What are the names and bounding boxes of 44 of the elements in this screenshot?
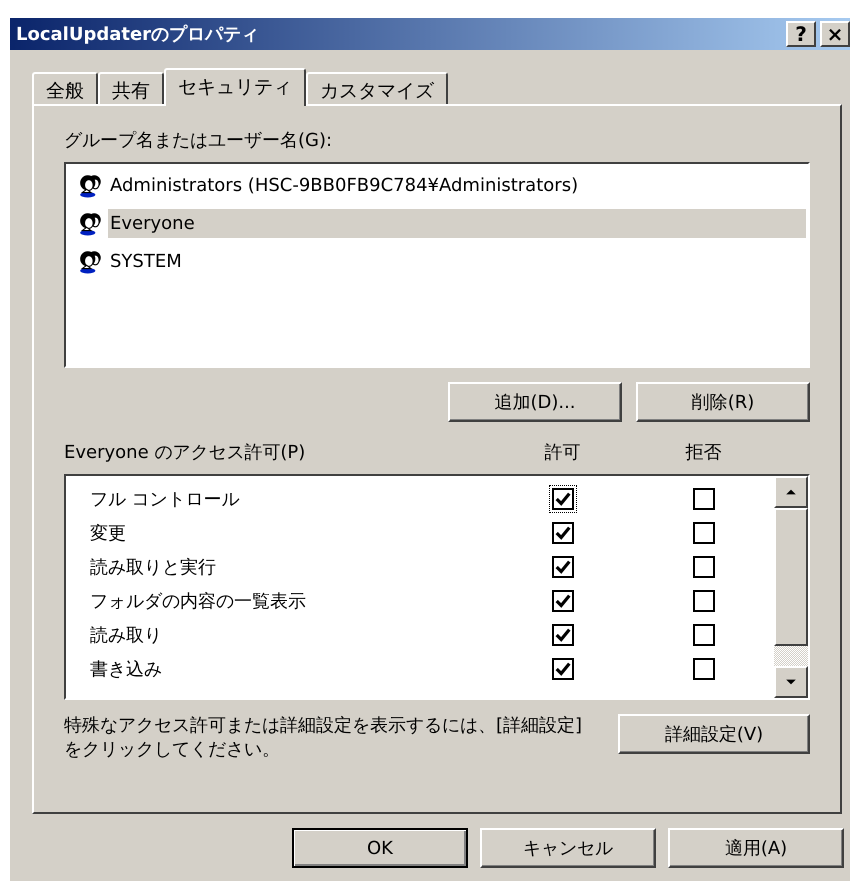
user-action-button[interactable]: 削除(R) — [636, 382, 810, 422]
column-header: 許可 — [544, 441, 582, 464]
scrollbar[interactable] — [774, 476, 808, 698]
group-label: グループ名またはユーザー名(G): — [64, 129, 334, 153]
user-action-button[interactable]: 追加(D)... — [448, 382, 622, 422]
deny-checkbox[interactable] — [692, 590, 714, 612]
dialog-button[interactable]: 適用(A) — [668, 828, 844, 868]
deny-checkbox[interactable] — [692, 624, 714, 646]
up-arrow-icon — [785, 488, 797, 496]
user-list-item[interactable]: SYSTEM — [68, 242, 806, 280]
scroll-down-button[interactable] — [774, 666, 808, 698]
scroll-thumb[interactable] — [774, 508, 808, 646]
close-button[interactable]: × — [820, 21, 850, 47]
help-button[interactable]: ? — [786, 21, 816, 47]
allow-checkbox[interactable] — [552, 522, 574, 544]
deny-checkbox[interactable] — [692, 522, 714, 544]
advanced-button[interactable]: 詳細設定(V) — [618, 714, 810, 754]
permission-name: 書き込み — [90, 658, 163, 681]
permission-name: フル コントロール — [90, 488, 241, 511]
deny-checkbox[interactable] — [692, 556, 714, 578]
window-title: LocalUpdaterのプロパティ — [16, 23, 260, 46]
user-list-item[interactable]: Administrators (HSC-9BB0FB9C784¥Administrators) — [68, 166, 806, 204]
permissions-label: Everyone のアクセス許可(P) — [64, 441, 306, 464]
permission-name: 変更 — [90, 522, 127, 545]
dialog-button[interactable]: キャンセル — [480, 828, 656, 868]
deny-checkbox[interactable] — [692, 658, 714, 680]
scroll-up-button[interactable] — [774, 476, 808, 508]
down-arrow-icon — [785, 678, 797, 686]
permission-name: 読み取りと実行 — [90, 556, 217, 579]
tab[interactable]: 全般 — [32, 72, 98, 104]
dialog-button[interactable]: OK — [292, 828, 468, 868]
deny-checkbox[interactable] — [692, 488, 714, 510]
permission-name: フォルダの内容の一覧表示 — [90, 590, 307, 613]
allow-checkbox[interactable] — [552, 590, 574, 612]
allow-checkbox[interactable] — [552, 556, 574, 578]
permission-name: 読み取り — [90, 624, 163, 647]
allow-checkbox[interactable] — [552, 624, 574, 646]
tab[interactable]: 共有 — [98, 72, 164, 104]
tab[interactable]: カスタマイズ — [306, 72, 448, 104]
advanced-note: 特殊なアクセス許可または詳細設定を表示するには、[詳細設定] をクリックしてください。 — [64, 714, 584, 762]
tab[interactable]: セキュリティ — [164, 68, 306, 106]
allow-checkbox[interactable] — [552, 658, 574, 680]
scroll-track[interactable] — [774, 646, 808, 666]
column-header: 拒否 — [684, 441, 722, 464]
